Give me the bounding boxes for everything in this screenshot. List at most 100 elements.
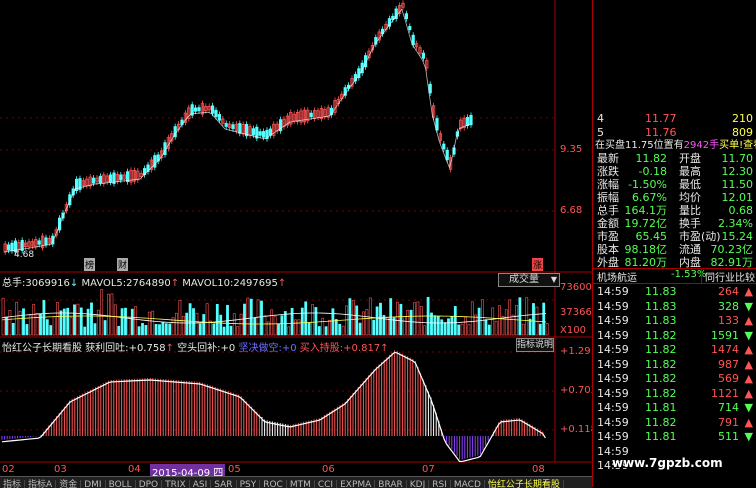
tick-price: 11.82	[645, 357, 677, 371]
volume-bar	[205, 303, 209, 336]
stat-value: 0.68	[728, 204, 754, 217]
stat-label: 换手	[679, 217, 701, 230]
indicator-explain-button[interactable]: 指标说明	[516, 338, 554, 352]
up-arrow-icon: ▲	[744, 415, 753, 429]
candle	[92, 177, 96, 184]
volume-bar	[100, 289, 104, 336]
volume-bar	[416, 301, 420, 336]
volume-bar	[311, 304, 314, 336]
order-volume: 210	[732, 112, 753, 125]
sector-row: 机场航运 -1.53% 同行业比较	[593, 268, 756, 284]
stat-value: 12.01	[721, 191, 754, 204]
date-label: 08	[532, 464, 545, 475]
indicator-hold-label: 买入持股:	[299, 343, 344, 354]
stat-label: 最新	[597, 152, 619, 165]
tick-volume: 1474	[711, 343, 739, 356]
kline-chart[interactable]	[0, 0, 592, 476]
event-marker-bang[interactable]: 榜	[84, 258, 96, 271]
candle	[404, 13, 409, 20]
volume-axis-mid: 37366	[560, 307, 592, 318]
volume-bar	[1, 297, 5, 336]
volume-bar	[498, 305, 501, 336]
tick-time: 14:59	[597, 299, 629, 313]
volume-bar	[433, 315, 437, 336]
candle	[421, 52, 426, 59]
candle	[408, 26, 412, 31]
volume-bar	[494, 320, 498, 336]
volume-bar	[127, 317, 131, 336]
tick-time: 14:59	[597, 372, 629, 385]
tick-row: 14:59 11.83 328 ▼	[597, 300, 755, 313]
volume-bar	[321, 317, 325, 336]
stat-value: 19.72亿	[624, 217, 668, 230]
tick-volume: 569	[718, 372, 739, 385]
candle	[442, 143, 446, 150]
tick-volume: 714	[718, 401, 739, 414]
volume-bar	[379, 302, 382, 336]
stat-value: 65.45	[635, 230, 668, 243]
stat-value: -0.18	[638, 165, 667, 178]
pending-order-detail-link[interactable]: 查看详细	[743, 140, 756, 151]
up-arrow-icon: ↑	[165, 343, 174, 354]
tick-volume: 264	[718, 285, 739, 298]
volume-bar	[487, 324, 491, 336]
candle	[193, 107, 198, 112]
mavol5-value: 2764890	[126, 278, 171, 289]
stat-label: 均价	[679, 191, 701, 204]
volume-bar	[134, 306, 138, 336]
indicator-name[interactable]: 怡红公子长期看股	[2, 343, 82, 354]
tick-time: 14:59	[597, 314, 629, 327]
indicator-short-cover-label: 空头回补:	[177, 343, 221, 354]
volume-bar	[491, 307, 495, 336]
volume-bar	[409, 309, 413, 336]
volume-bar	[525, 297, 529, 336]
volume-total-label: 总手:	[2, 278, 26, 289]
date-label: 05	[228, 464, 241, 475]
up-arrow-icon: ▲	[744, 386, 753, 400]
stat-label: 市盈	[597, 230, 619, 243]
volume-bar	[56, 302, 59, 336]
volume-bar	[470, 301, 474, 336]
volume-bar	[345, 305, 348, 336]
order-book-row: 5 11.76 809	[597, 126, 755, 139]
tick-time: 14:59	[597, 328, 629, 342]
candle	[217, 114, 221, 121]
volume-bar	[113, 304, 117, 336]
volume-bar	[402, 316, 406, 336]
candle	[197, 107, 201, 112]
volume-bar	[246, 297, 250, 336]
volume-bar	[243, 303, 246, 336]
down-arrow-icon: ▼	[744, 328, 753, 342]
quote-panel: 4 11.77 210 5 11.76 809 在买盘11.75位置有2942手…	[592, 0, 756, 487]
up-arrow-icon: ▲	[744, 372, 753, 385]
tick-time: 14:59	[597, 357, 629, 371]
up-arrow-icon: ▲	[744, 314, 753, 327]
sector-name[interactable]: 机场航运	[597, 269, 637, 284]
stat-label: 最低	[679, 178, 701, 191]
event-marker-zhang[interactable]: 涨	[532, 258, 544, 271]
price-axis-label-lower: 6.68	[560, 205, 583, 216]
volume-bar	[195, 312, 199, 336]
volume-bar	[484, 319, 488, 336]
volume-bar	[290, 308, 294, 336]
volume-bar	[413, 302, 416, 336]
indicator-axis-high: +1.29	[560, 346, 591, 357]
volume-bar	[406, 309, 410, 336]
stat-label: 涨幅	[597, 178, 619, 191]
volume-bar	[124, 307, 127, 336]
pending-order-notice[interactable]: 在买盘11.75位置有2942手买单!查看详细	[595, 139, 756, 152]
tick-time: 14:59	[597, 401, 629, 414]
volume-indicator-dropdown[interactable]: 成交量 ▼	[498, 273, 560, 287]
volume-bar	[365, 309, 369, 336]
tick-price: 11.82	[645, 386, 677, 400]
volume-bar	[249, 298, 253, 336]
stat-label: 开盘	[679, 152, 701, 165]
sector-compare-button[interactable]: 同行业比较	[701, 269, 755, 284]
stat-label: 总手	[597, 204, 619, 217]
volume-bar	[277, 323, 280, 336]
event-marker-cai[interactable]: 财	[117, 258, 129, 271]
volume-bar	[304, 301, 308, 336]
volume-bar	[477, 307, 481, 336]
tick-price: 11.82	[645, 328, 677, 342]
volume-bar	[385, 317, 389, 336]
